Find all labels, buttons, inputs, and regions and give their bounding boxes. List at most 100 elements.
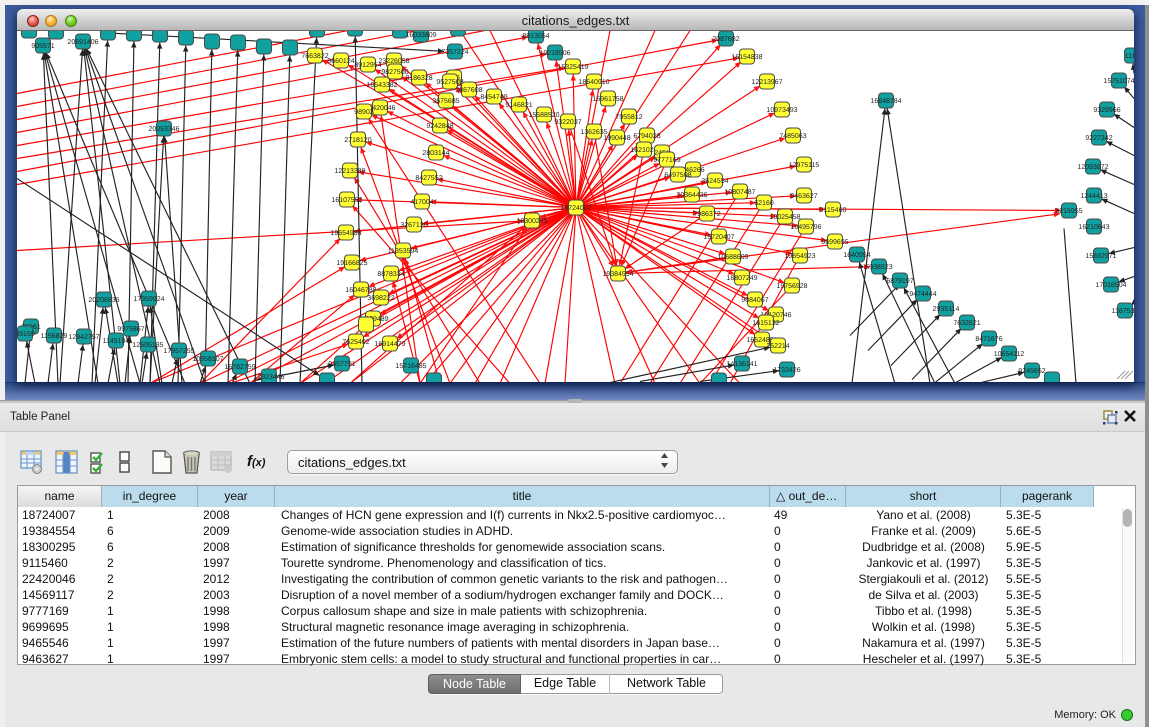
svg-text:9975867: 9975867 bbox=[117, 326, 144, 333]
svg-text:19166825: 19166825 bbox=[336, 260, 367, 267]
svg-text:8813054: 8813054 bbox=[522, 33, 549, 40]
svg-text:7632621: 7632621 bbox=[953, 320, 980, 327]
svg-text:3624554: 3624554 bbox=[701, 178, 728, 185]
svg-text:7663822: 7663822 bbox=[301, 53, 328, 60]
svg-text:16961758: 16961758 bbox=[592, 96, 623, 103]
svg-text:19654923: 19654923 bbox=[784, 253, 815, 260]
svg-text:12093872: 12093872 bbox=[1077, 164, 1108, 171]
svg-text:10654112: 10654112 bbox=[994, 351, 1025, 358]
svg-text:18300295: 18300295 bbox=[516, 218, 547, 225]
svg-text:1145194: 1145194 bbox=[103, 338, 130, 345]
svg-text:9463627: 9463627 bbox=[790, 193, 817, 200]
svg-text:8878334: 8878334 bbox=[377, 271, 404, 278]
svg-text:2867608: 2867608 bbox=[455, 87, 482, 94]
svg-text:16154838: 16154838 bbox=[731, 54, 762, 61]
svg-text:9146821: 9146821 bbox=[505, 102, 532, 109]
svg-text:39159: 39159 bbox=[17, 331, 35, 338]
svg-text:9245652: 9245652 bbox=[1018, 368, 1045, 375]
svg-text:9660124: 9660124 bbox=[327, 58, 354, 65]
svg-text:9474444: 9474444 bbox=[909, 291, 936, 298]
svg-text:12213389: 12213389 bbox=[334, 168, 365, 175]
svg-text:16033809: 16033809 bbox=[405, 32, 436, 39]
svg-text:2935114: 2935114 bbox=[933, 306, 960, 313]
svg-text:9777169: 9777169 bbox=[653, 157, 680, 164]
svg-text:12505135: 12505135 bbox=[132, 342, 163, 349]
svg-text:6879197: 6879197 bbox=[886, 278, 913, 285]
svg-text:20364436: 20364436 bbox=[676, 192, 707, 199]
svg-text:11353594: 11353594 bbox=[388, 248, 419, 255]
svg-text:2087682: 2087682 bbox=[712, 36, 739, 43]
svg-text:9329966: 9329966 bbox=[1093, 107, 1120, 114]
svg-text:18640910: 18640910 bbox=[578, 79, 609, 86]
svg-text:10958107: 10958107 bbox=[192, 356, 223, 363]
svg-text:10025458: 10025458 bbox=[769, 214, 800, 221]
svg-text:3675685: 3675685 bbox=[432, 98, 459, 105]
svg-text:19218506: 19218506 bbox=[539, 50, 570, 57]
svg-text:7986372: 7986372 bbox=[693, 211, 720, 218]
svg-text:7357224: 7357224 bbox=[441, 49, 468, 56]
svg-text:9242848: 9242848 bbox=[426, 123, 453, 130]
svg-text:62160: 62160 bbox=[754, 200, 774, 207]
svg-text:19756928: 19756928 bbox=[776, 283, 807, 290]
svg-text:10543382: 10543382 bbox=[366, 82, 397, 89]
svg-text:16914479: 16914479 bbox=[374, 341, 405, 348]
svg-text:8215955: 8215955 bbox=[1055, 208, 1082, 215]
svg-text:1156829: 1156829 bbox=[41, 333, 68, 340]
svg-text:2718120: 2718120 bbox=[344, 137, 371, 144]
svg-text:15588520: 15588520 bbox=[528, 112, 559, 119]
svg-text:3267130: 3267130 bbox=[400, 222, 427, 229]
svg-text:20691406: 20691406 bbox=[67, 39, 98, 46]
svg-text:15692971: 15692971 bbox=[1085, 253, 1116, 260]
svg-text:17359924: 17359924 bbox=[133, 296, 164, 303]
svg-text:18807249: 18807249 bbox=[726, 275, 757, 282]
svg-text:9699695: 9699695 bbox=[821, 239, 848, 246]
svg-text:8186328: 8186328 bbox=[405, 75, 432, 82]
svg-text:8427552: 8427552 bbox=[415, 175, 442, 182]
svg-text:1615132: 1615132 bbox=[752, 320, 779, 327]
svg-text:10688609: 10688609 bbox=[717, 254, 748, 261]
svg-text:8471676: 8471676 bbox=[975, 336, 1002, 343]
svg-text:12942757: 12942757 bbox=[68, 334, 99, 341]
svg-text:6794028: 6794028 bbox=[633, 133, 660, 140]
svg-text:9527508: 9527508 bbox=[436, 79, 463, 86]
svg-text:8454749: 8454749 bbox=[480, 94, 507, 101]
svg-text:12923446: 12923446 bbox=[253, 374, 284, 381]
svg-text:16046788: 16046788 bbox=[345, 287, 376, 294]
svg-text:16107553: 16107553 bbox=[331, 197, 362, 204]
svg-text:16782759: 16782759 bbox=[224, 364, 255, 371]
svg-text:15720407: 15720407 bbox=[703, 234, 734, 241]
svg-text:9115460: 9115460 bbox=[820, 207, 847, 214]
svg-text:905571: 905571 bbox=[31, 43, 54, 50]
svg-text:5938923: 5938923 bbox=[865, 264, 892, 271]
svg-text:1167533: 1167533 bbox=[1112, 308, 1134, 315]
svg-text:17016504: 17016504 bbox=[1095, 282, 1126, 289]
svg-text:6497508: 6497508 bbox=[664, 172, 691, 179]
svg-text:1640954: 1640954 bbox=[843, 252, 870, 259]
svg-text:252214: 252214 bbox=[766, 343, 789, 350]
svg-text:14136141: 14136141 bbox=[726, 361, 757, 368]
svg-text:15716485: 15716485 bbox=[395, 363, 426, 370]
svg-text:20206536: 20206536 bbox=[88, 297, 119, 304]
svg-text:417004: 417004 bbox=[410, 199, 433, 206]
svg-text:16210643: 16210643 bbox=[1078, 224, 1109, 231]
svg-text:15751074: 15751074 bbox=[1103, 78, 1134, 85]
svg-text:17957255: 17957255 bbox=[163, 348, 194, 355]
svg-text:16648784: 16648784 bbox=[870, 98, 901, 105]
svg-text:9457791: 9457791 bbox=[328, 361, 355, 368]
svg-text:1244413: 1244413 bbox=[1080, 193, 1107, 200]
svg-text:10807487: 10807487 bbox=[724, 189, 755, 196]
svg-text:7955812: 7955812 bbox=[615, 114, 642, 121]
svg-text:9227342: 9227342 bbox=[1085, 135, 1112, 142]
svg-text:15325419: 15325419 bbox=[557, 64, 588, 71]
svg-text:16495796: 16495796 bbox=[790, 224, 821, 231]
svg-text:9084067: 9084067 bbox=[741, 297, 768, 304]
svg-text:1112: 1112 bbox=[1125, 53, 1134, 60]
svg-text:7625402: 7625402 bbox=[342, 339, 369, 346]
svg-text:20053346: 20053346 bbox=[148, 126, 179, 133]
svg-text:1733426: 1733426 bbox=[773, 367, 800, 374]
svg-text:19654983: 19654983 bbox=[330, 230, 361, 237]
svg-text:2803144: 2803144 bbox=[422, 150, 449, 157]
svg-text:9322037: 9322037 bbox=[554, 119, 581, 126]
svg-text:98902: 98902 bbox=[354, 109, 374, 116]
svg-text:10973493: 10973493 bbox=[766, 107, 797, 114]
